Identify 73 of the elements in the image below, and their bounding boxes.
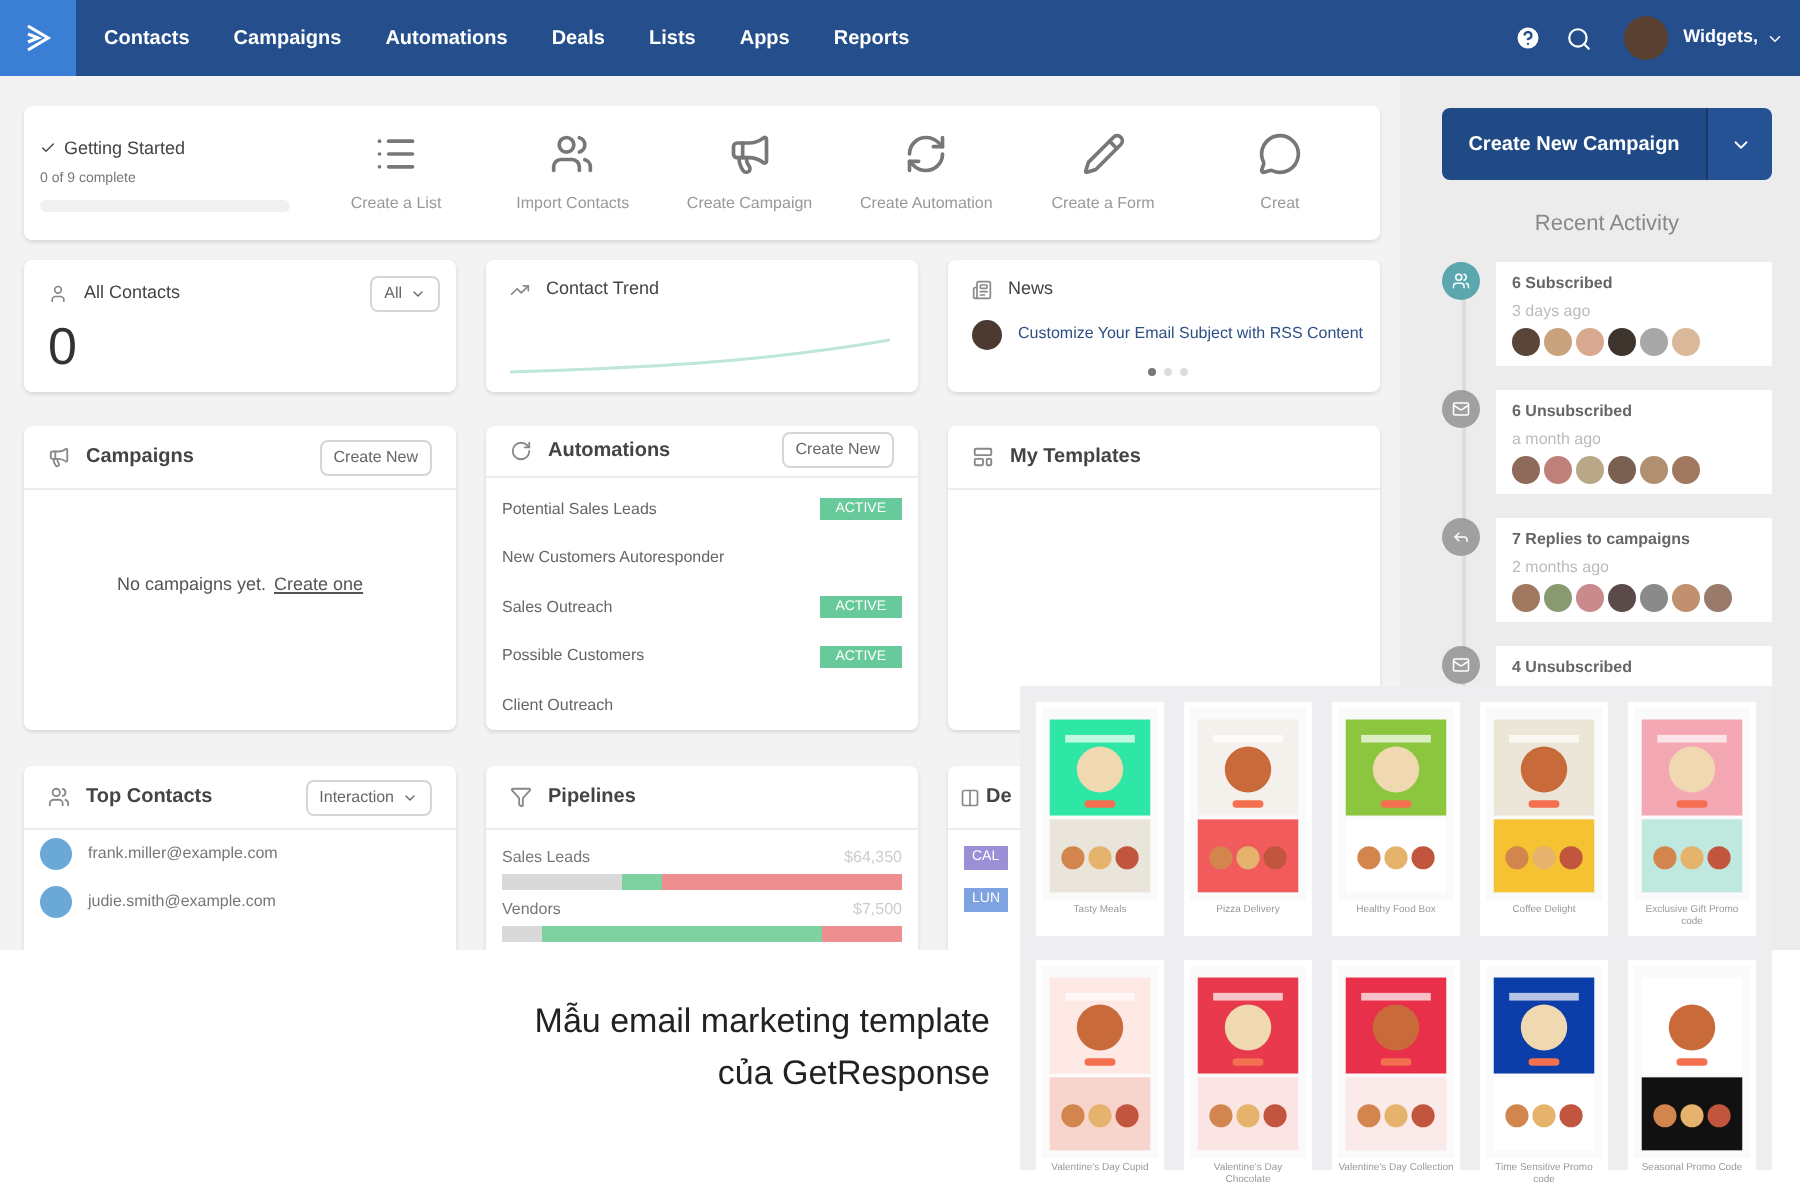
panel-title: Campaigns [86,444,194,472]
logo-icon[interactable] [0,0,76,76]
help-icon[interactable] [1513,24,1542,52]
card-title: All Contacts [84,280,181,307]
news-icon [972,279,992,300]
nav-link[interactable]: Apps [739,23,790,53]
panel-icon [960,787,980,807]
activity-title: 6 Unsubscribed [1512,399,1635,423]
create-campaign-button[interactable]: Create New Campaign [1442,108,1706,180]
trend-icon [510,279,530,300]
chat-icon [1257,131,1302,175]
quick-action-button[interactable]: Creat [1203,131,1356,215]
contact-email[interactable]: judie.smith@example.com [88,890,276,914]
campaign-icon [727,131,772,175]
card-title: Getting Started [64,135,186,162]
avatar [972,319,1002,349]
caret-icon [410,286,426,302]
panel-title: Pipelines [548,784,636,812]
nav-link[interactable]: Campaigns [233,23,342,53]
activity-icon [1442,261,1480,299]
nav-link[interactable]: Deals [551,23,605,53]
empty-message: No campaigns yet. [116,572,266,599]
activity-time: 2 months ago [1512,555,1611,579]
panel-icon [48,786,70,808]
search-icon[interactable] [1565,25,1592,51]
avatar [40,886,72,918]
create-link[interactable]: Create one [274,572,364,600]
person-icon [48,284,68,304]
form-icon [1081,131,1126,175]
panel-title: Top Contacts [86,784,213,812]
recent-activity-heading: Recent Activity [1532,210,1682,240]
activity-icon [1442,389,1480,427]
panel-icon [510,786,532,808]
panel-title: De [986,784,1012,812]
automation-name[interactable]: New Customers Autoresponder [502,546,725,571]
activity-title: 4 Unsubscribed [1512,655,1635,679]
panel-title: Automations [548,437,671,466]
activity-title: 6 Subscribed [1512,271,1615,295]
card-title: Contact Trend [546,276,660,302]
automation-name[interactable]: Client Outreach [502,693,614,718]
filter-dropdown[interactable]: Interaction [305,779,432,815]
caption: Mẫu email marketing template [534,1000,990,1044]
news-link[interactable]: Customize Your Email Subject with RSS Content [1018,322,1364,346]
avatar [40,838,72,870]
contact-email[interactable]: frank.miller@example.com [88,842,278,866]
automation-name[interactable]: Potential Sales Leads [502,497,657,522]
automation-name[interactable]: Sales Outreach [502,595,613,620]
activity-title: 7 Replies to campaigns [1512,527,1692,551]
automation-icon [904,131,949,175]
panel-icon [510,439,532,462]
nav-link[interactable]: Reports [833,23,910,53]
pipeline-name: Vendors [502,898,561,922]
panel-icon [48,446,70,468]
filter-dropdown[interactable]: All [370,276,440,312]
account-name[interactable]: Widgets, [1683,24,1758,52]
contacts-icon [550,131,595,175]
panel-icon [972,446,994,468]
activity-time: a month ago [1512,427,1603,451]
pipeline-name: Sales Leads [502,846,591,870]
activity-icon [1442,645,1480,683]
nav-link[interactable]: Automations [385,23,508,53]
card-title: News [1008,276,1054,302]
nav-link[interactable]: Lists [649,23,696,53]
activity-time: 3 days ago [1512,299,1593,323]
nav-link[interactable]: Contacts [104,23,190,53]
automation-name[interactable]: Possible Customers [502,644,645,669]
create-new-button[interactable]: Create New [781,432,894,469]
caption: của GetResponse [717,1052,990,1096]
activity-icon [1442,517,1480,555]
panel-title: My Templates [1010,444,1141,472]
create-new-button[interactable]: Create New [319,439,432,475]
check-icon [40,140,56,157]
contact-count: 0 [48,320,79,372]
